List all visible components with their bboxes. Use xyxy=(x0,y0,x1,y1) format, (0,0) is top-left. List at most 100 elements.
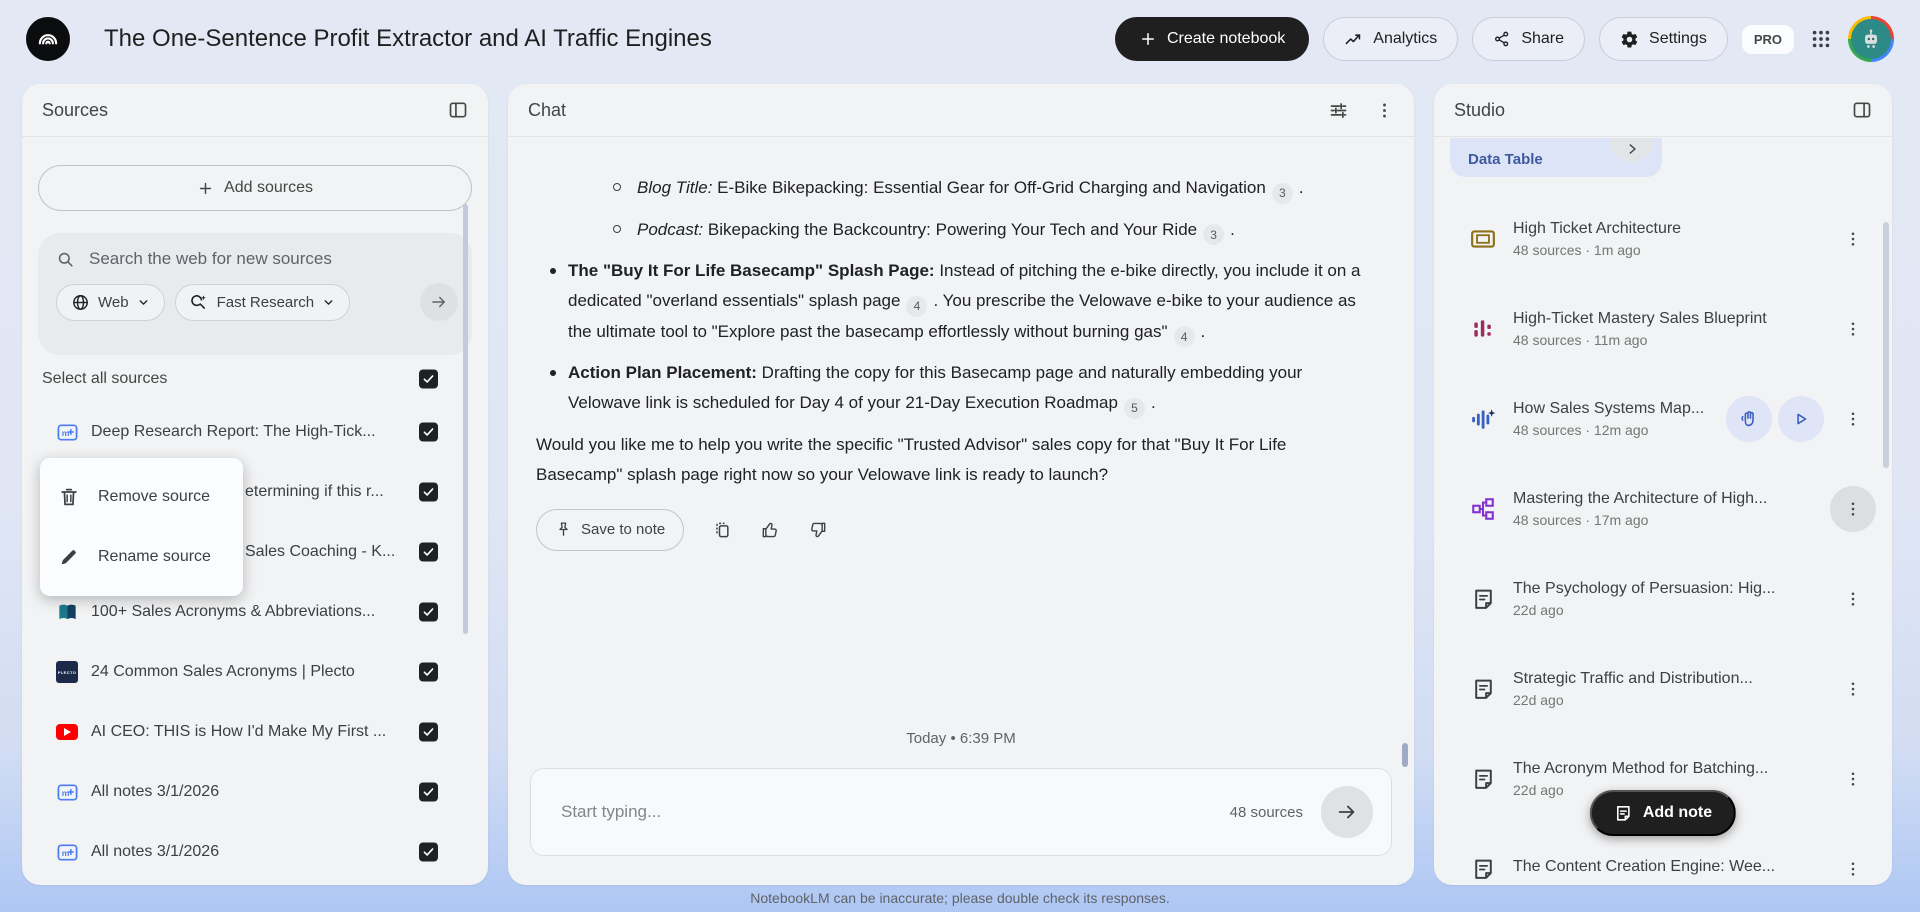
web-search-card: Web Fast Research xyxy=(38,233,472,355)
kebab-menu-icon[interactable] xyxy=(1375,101,1394,120)
note-icon xyxy=(1470,856,1496,882)
studio-scrollbar[interactable] xyxy=(1883,222,1889,468)
search-input[interactable] xyxy=(89,249,458,269)
play-button[interactable] xyxy=(1778,396,1824,442)
globe-icon xyxy=(71,293,90,312)
notebooklm-doc-icon: m xyxy=(55,840,79,864)
submit-search-button[interactable] xyxy=(420,283,458,321)
select-all-checkbox[interactable] xyxy=(419,369,438,389)
source-row[interactable]: PLECTO 24 Common Sales Acronyms | Plecto xyxy=(22,642,488,702)
tune-settings-icon[interactable] xyxy=(1328,100,1349,121)
note-icon xyxy=(1614,804,1633,823)
notebooklm-doc-icon: m xyxy=(55,420,79,444)
plus-icon xyxy=(197,180,214,197)
thumbs-down-icon[interactable] xyxy=(808,520,828,540)
source-checkbox[interactable] xyxy=(419,482,438,502)
citation-badge[interactable]: 4 xyxy=(1173,326,1195,347)
chat-panel-title: Chat xyxy=(528,99,567,120)
source-checkbox[interactable] xyxy=(419,602,438,622)
svg-text:m: m xyxy=(61,787,69,797)
share-icon xyxy=(1493,30,1511,48)
trending-up-icon xyxy=(1344,30,1363,49)
thumbs-up-icon[interactable] xyxy=(760,520,780,540)
search-icon xyxy=(56,250,75,269)
note-icon xyxy=(1470,766,1496,792)
save-to-note-button[interactable]: Save to note xyxy=(536,508,685,551)
studio-item[interactable]: High Ticket Architecture 48 sources · 1m… xyxy=(1434,194,1892,284)
chevron-down-icon xyxy=(322,296,335,309)
studio-item[interactable]: Strategic Traffic and Distribution... 22… xyxy=(1434,644,1892,734)
source-checkbox[interactable] xyxy=(419,422,438,442)
settings-button[interactable]: Settings xyxy=(1599,17,1728,61)
pencil-icon xyxy=(58,546,80,568)
chat-bullet: Action Plan Placement: Drafting the copy… xyxy=(550,358,1370,419)
research-mode-chip[interactable]: Fast Research xyxy=(174,283,351,321)
citation-badge[interactable]: 3 xyxy=(1271,182,1293,204)
chat-closing-question: Would you like me to help you write the … xyxy=(536,434,1287,484)
add-sources-button[interactable]: Add sources xyxy=(38,165,472,211)
collapse-panel-icon[interactable] xyxy=(1852,100,1872,120)
svg-text:m: m xyxy=(61,427,69,437)
source-checkbox[interactable] xyxy=(419,722,438,742)
studio-list: High Ticket Architecture 48 sources · 1m… xyxy=(1434,194,1892,885)
source-checkbox[interactable] xyxy=(419,782,438,802)
kebab-menu-icon[interactable] xyxy=(1830,846,1876,885)
studio-item[interactable]: High-Ticket Mastery Sales Blueprint 48 s… xyxy=(1434,284,1892,374)
chat-bullet: The "Buy It For Life Basecamp" Splash Pa… xyxy=(550,256,1370,347)
rename-source-menu-item[interactable]: Rename source xyxy=(40,527,243,587)
sources-panel-title: Sources xyxy=(42,99,109,120)
source-checkbox[interactable] xyxy=(419,842,438,862)
kebab-menu-icon[interactable] xyxy=(1830,486,1876,532)
chat-sub-bullet: Blog Title: E-Bike Bikepacking: Essentia… xyxy=(613,173,1370,204)
citation-badge[interactable]: 3 xyxy=(1203,224,1225,245)
add-note-button[interactable]: Add note xyxy=(1589,790,1737,836)
copy-icon[interactable] xyxy=(712,520,732,540)
create-notebook-button[interactable]: Create notebook xyxy=(1114,17,1310,61)
analytics-button[interactable]: Analytics xyxy=(1323,17,1459,61)
citation-badge[interactable]: 4 xyxy=(906,295,928,317)
remove-source-menu-item[interactable]: Remove source xyxy=(40,467,243,527)
gear-icon xyxy=(1620,30,1639,49)
citation-badge[interactable]: 5 xyxy=(1123,397,1145,419)
studio-item[interactable]: Mastering the Architecture of High... 48… xyxy=(1434,464,1892,554)
notebook-title[interactable]: The One-Sentence Profit Extractor and AI… xyxy=(104,25,712,53)
kebab-menu-icon[interactable] xyxy=(1830,666,1876,712)
chat-scrollbar[interactable] xyxy=(1402,743,1408,767)
interactive-mode-button[interactable] xyxy=(1726,396,1772,442)
plecto-favicon: PLECTO xyxy=(56,661,78,683)
kebab-menu-icon[interactable] xyxy=(1830,576,1876,622)
notebooklm-logo-icon[interactable] xyxy=(26,17,70,61)
source-row[interactable]: m All notes 3/1/2026 xyxy=(22,822,488,882)
avatar[interactable] xyxy=(1848,16,1894,62)
source-checkbox[interactable] xyxy=(419,542,438,562)
flashcards-icon xyxy=(1470,226,1496,252)
sources-scrollbar[interactable] xyxy=(463,204,468,634)
share-button[interactable]: Share xyxy=(1472,17,1586,61)
web-filter-chip[interactable]: Web xyxy=(56,283,165,321)
chevron-down-icon xyxy=(137,296,150,309)
chat-input[interactable] xyxy=(561,802,1230,822)
send-button[interactable] xyxy=(1321,786,1373,838)
disclaimer: NotebookLM can be inaccurate; please dou… xyxy=(750,890,1170,906)
apps-grid-icon[interactable] xyxy=(1808,26,1834,52)
kebab-menu-icon[interactable] xyxy=(1830,306,1876,352)
studio-item[interactable]: The Psychology of Persuasion: Hig... 22d… xyxy=(1434,554,1892,644)
source-row[interactable]: m All notes 3/1/2026 xyxy=(22,762,488,822)
pro-badge: PRO xyxy=(1741,24,1794,54)
mind-map-icon xyxy=(1470,496,1496,522)
note-icon xyxy=(1470,676,1496,702)
source-row[interactable]: AI CEO: THIS is How I'd Make My First ..… xyxy=(22,702,488,762)
studio-panel-title: Studio xyxy=(1454,99,1506,120)
chat-timestamp: Today • 6:39 PM xyxy=(906,730,1016,747)
source-row[interactable]: m Deep Research Report: The High-Tick... xyxy=(22,402,488,462)
trash-icon xyxy=(58,486,80,508)
source-checkbox[interactable] xyxy=(419,662,438,682)
chat-input-bar: 48 sources xyxy=(530,768,1392,856)
chat-sub-bullet: Podcast: Bikepacking the Backcountry: Po… xyxy=(613,215,1370,245)
studio-chip-strip: Data Table xyxy=(1434,138,1892,180)
kebab-menu-icon[interactable] xyxy=(1830,396,1876,442)
collapse-panel-icon[interactable] xyxy=(448,100,468,120)
kebab-menu-icon[interactable] xyxy=(1830,756,1876,802)
kebab-menu-icon[interactable] xyxy=(1830,216,1876,262)
studio-item[interactable]: How Sales Systems Map... 48 sources · 12… xyxy=(1434,374,1892,464)
